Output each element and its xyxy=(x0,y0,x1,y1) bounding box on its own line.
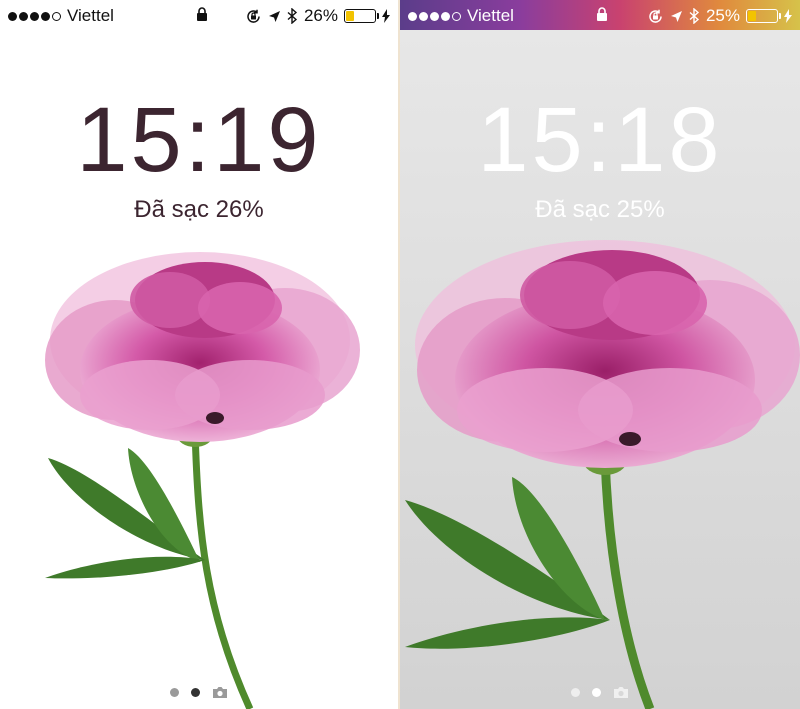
page-indicator[interactable] xyxy=(400,686,800,699)
location-arrow-icon xyxy=(268,10,280,22)
lockscreen-right: Viettel 25% 15:18 Đã sạc 25% xyxy=(400,0,800,709)
page-dot-active[interactable] xyxy=(592,688,601,697)
page-indicator[interactable] xyxy=(0,686,398,699)
carrier-name: Viettel xyxy=(67,6,114,25)
status-bar: Viettel 25% xyxy=(400,0,800,30)
page-dot-active[interactable] xyxy=(191,688,200,697)
location-arrow-icon xyxy=(670,10,682,22)
battery-icon xyxy=(746,9,781,23)
clock-time: 15:19 xyxy=(76,89,322,191)
page-dot[interactable] xyxy=(170,688,179,697)
camera-icon[interactable] xyxy=(212,686,228,699)
signal-dots-icon xyxy=(8,11,61,21)
battery-percent: 26% xyxy=(303,6,338,25)
peony-wallpaper xyxy=(405,240,800,709)
lock-icon xyxy=(597,7,607,21)
page-dot[interactable] xyxy=(571,688,580,697)
bluetooth-icon xyxy=(689,8,700,24)
status-bar: Viettel 26% xyxy=(0,0,398,30)
orientation-lock-icon xyxy=(649,9,662,23)
lockscreen-left: Viettel 26% 15:19 Đã sạc 26% xyxy=(0,0,398,709)
charging-status: Đã sạc 26% xyxy=(134,196,264,223)
signal-dots-icon xyxy=(408,11,461,21)
charging-bolt-icon xyxy=(784,9,792,23)
lock-icon xyxy=(197,7,207,21)
battery-icon xyxy=(344,9,379,23)
carrier-name: Viettel xyxy=(467,6,514,25)
camera-icon[interactable] xyxy=(613,686,629,699)
charging-bolt-icon xyxy=(382,9,390,23)
orientation-lock-icon xyxy=(247,9,260,23)
clock-time: 15:18 xyxy=(477,89,723,191)
battery-percent: 25% xyxy=(705,6,740,25)
bluetooth-icon xyxy=(287,8,298,24)
peony-wallpaper xyxy=(45,252,360,709)
